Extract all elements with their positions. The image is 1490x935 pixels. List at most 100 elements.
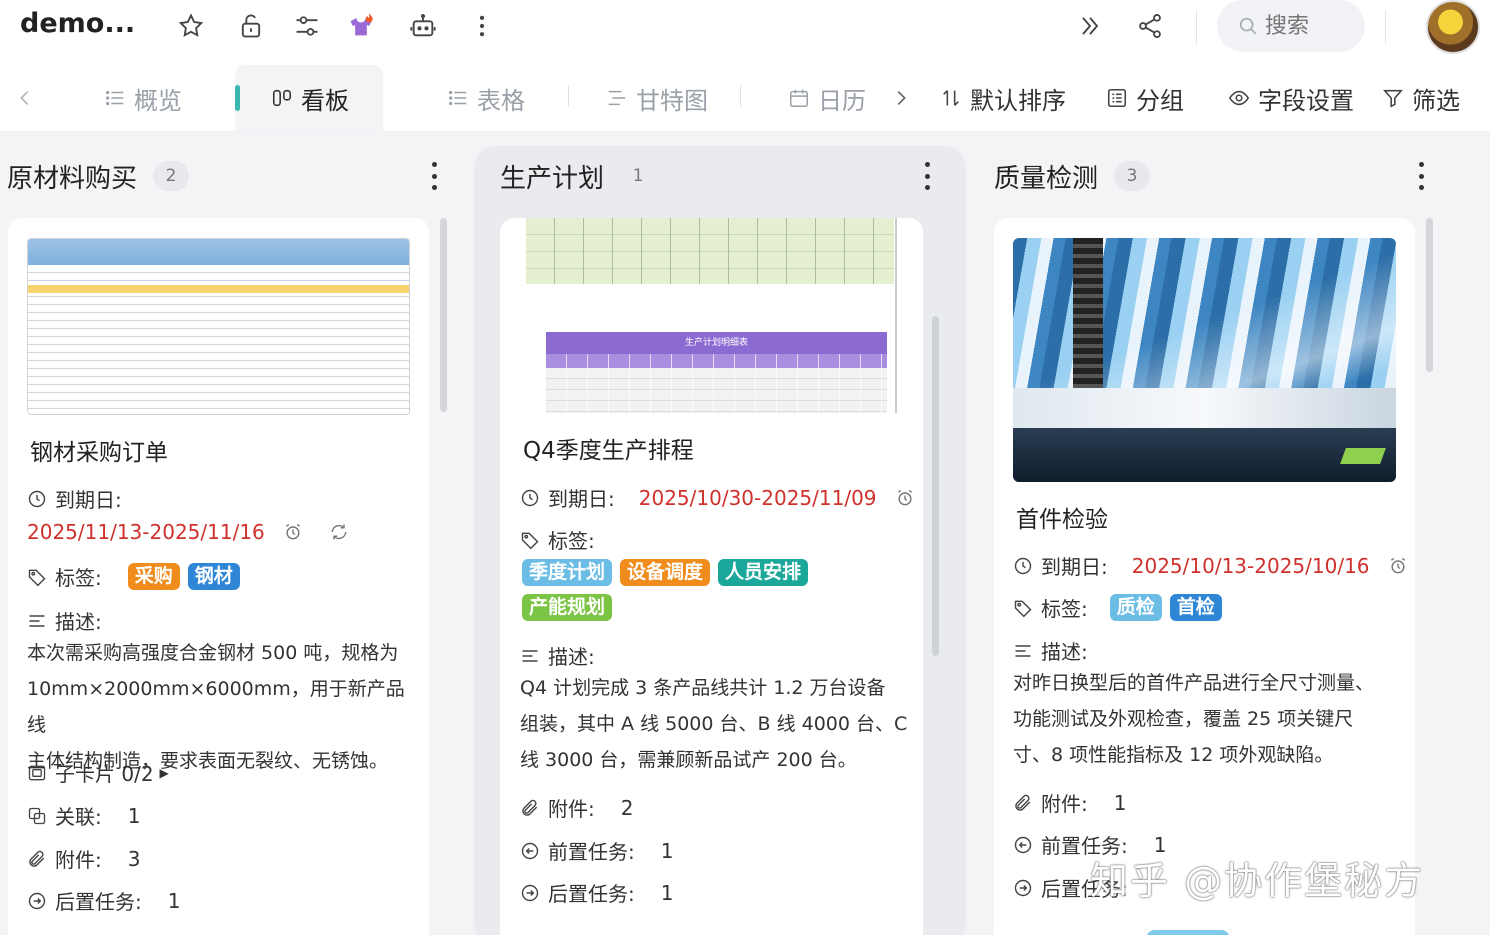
tag-chip[interactable]: 季度计划 — [522, 559, 613, 586]
card-prev-task-row: 前置任务: 1 — [520, 836, 673, 865]
tab-overview[interactable]: 概览 — [104, 65, 182, 131]
attachment-label: 附件: — [1041, 792, 1088, 816]
more-vertical-icon[interactable] — [466, 10, 498, 42]
card-title: Q4季度生产排程 — [523, 438, 694, 464]
tag-icon — [1014, 600, 1032, 617]
search-input[interactable] — [1265, 13, 1365, 39]
due-date: 2025/10/30-2025/11/09 — [638, 485, 877, 510]
share-icon[interactable] — [1134, 10, 1166, 42]
tabs-scroll-left-icon[interactable] — [14, 78, 36, 118]
sort-button[interactable]: 默认排序 — [940, 80, 1066, 116]
next-task-count: 1 — [660, 880, 674, 905]
card-attachment-row: 附件: 2 — [520, 793, 633, 822]
avatar[interactable] — [1426, 0, 1480, 54]
description-icon — [1015, 644, 1031, 657]
card-due-row: 到期日: — [27, 484, 122, 513]
filter-icon — [1383, 89, 1403, 108]
view-tab-bar: 概览 看板 表格 甘特图 日历 默认排序 分组 字段设置 筛选 — [0, 62, 1490, 132]
tag-chip[interactable]: 首检 — [1169, 594, 1222, 621]
card-next-task-row: 后置任务: 1 — [27, 886, 180, 915]
card-description: Q4 计划完成 3 条产品线共计 1.2 万台设备 组装，其中 A 线 5000… — [520, 670, 915, 778]
card-cover-image: 生产计划明细表 — [520, 218, 903, 413]
tab-gantt[interactable]: 甘特图 — [606, 65, 708, 131]
settings-sliders-icon[interactable] — [291, 10, 323, 42]
tag-icon — [521, 532, 539, 549]
tag-chip[interactable]: 钢材 — [187, 563, 240, 590]
group-icon — [1107, 88, 1127, 108]
tabs-scroll-right-icon[interactable] — [890, 78, 912, 118]
kanban-card[interactable]: 生产计划明细表 Q4季度生产排程 到期日: 2025/10/30-2025/11… — [500, 218, 923, 935]
attachment-count: 3 — [127, 846, 141, 871]
tag-chip[interactable]: 质检 — [1109, 594, 1162, 621]
desc-line: Q4 计划完成 3 条产品线共计 1.2 万台设备 — [520, 677, 886, 699]
prev-task-icon — [1014, 836, 1032, 853]
card-tags-label-row: 标签: — [520, 525, 595, 554]
column-scrollbar[interactable] — [932, 316, 939, 656]
tags-label: 标签: — [55, 566, 102, 590]
column-scrollbar[interactable] — [1426, 218, 1433, 372]
alarm-icon[interactable] — [283, 522, 303, 542]
relation-label: 关联: — [55, 805, 102, 829]
card-due-row: 到期日: 2025/10/13-2025/10/16 — [1013, 551, 1415, 580]
group-button[interactable]: 分组 — [1106, 80, 1184, 116]
clock-icon — [1014, 557, 1032, 574]
kanban-card[interactable]: 首件检验 到期日: 2025/10/13-2025/10/16 标签: 质检 首… — [994, 218, 1415, 935]
alarm-icon[interactable] — [1388, 556, 1408, 576]
tab-kanban[interactable]: 看板 — [235, 65, 383, 131]
column-scrollbar[interactable] — [440, 218, 447, 412]
kanban-column-production-plan: 生产计划 1 生产计划明细表 Q4季度生产排程 到期日: 2025/10/30-… — [474, 146, 966, 935]
column-title: 质量检测 — [994, 163, 1099, 194]
field-settings-button[interactable]: 字段设置 — [1228, 80, 1354, 116]
tag-chip[interactable]: 人员安排 — [718, 559, 809, 586]
due-label: 到期日: — [1041, 555, 1108, 579]
search-box[interactable] — [1217, 0, 1365, 52]
card-relation-row: 关联: 1 — [27, 801, 140, 830]
shirt-hot-icon[interactable] — [345, 10, 377, 42]
tab-separator — [740, 85, 741, 107]
column-more-icon[interactable] — [921, 158, 933, 194]
double-chevron-right-icon[interactable] — [1074, 10, 1106, 42]
paperclip-icon — [1015, 794, 1031, 811]
caret-right-icon[interactable]: ▶ — [160, 766, 169, 780]
field-settings-label: 字段设置 — [1258, 86, 1354, 115]
column-more-icon[interactable] — [1415, 158, 1427, 194]
attachment-count: 2 — [620, 795, 634, 820]
column-count: 1 — [620, 161, 657, 191]
sort-label: 默认排序 — [970, 86, 1066, 115]
tab-calendar[interactable]: 日历 — [788, 65, 866, 131]
tag-chip[interactable]: 设备调度 — [620, 559, 711, 586]
card-subcards-row[interactable]: 子卡片 0/2 ▶ — [27, 758, 169, 787]
kanban-card[interactable]: 钢材采购订单 到期日: 2025/11/13-2025/11/16 标签: 采购… — [8, 218, 429, 935]
desc-line: 功能测试及外观检查，覆盖 25 项关键尺 — [1013, 708, 1354, 730]
desc-line: 线 3000 台，需兼顾新品试产 200 台。 — [520, 749, 857, 771]
list-icon — [449, 90, 467, 106]
card-tags-row: 标签: 质检 首检 — [1013, 593, 1230, 622]
tags-label: 标签: — [548, 529, 595, 553]
card-desc-label-row: 描述: — [520, 641, 595, 670]
tab-label: 看板 — [301, 86, 349, 115]
attachment-label: 附件: — [55, 848, 102, 872]
filter-button[interactable]: 筛选 — [1382, 80, 1460, 116]
card-next-task-row: 后置任务: 1 — [520, 878, 673, 907]
tab-table[interactable]: 表格 — [447, 65, 525, 131]
prev-task-label: 前置任务: — [548, 840, 635, 864]
sort-icon — [943, 90, 959, 106]
relation-count: 1 — [127, 803, 141, 828]
description-icon — [522, 649, 538, 662]
column-more-icon[interactable] — [428, 158, 440, 194]
repeat-icon[interactable] — [329, 522, 349, 542]
tag-chip[interactable]: 采购 — [127, 563, 180, 590]
document-title[interactable]: demo... — [20, 8, 135, 39]
star-icon[interactable] — [175, 10, 207, 42]
unlock-icon[interactable] — [235, 10, 267, 42]
kanban-column-quality-inspection: 质量检测 3 首件检验 到期日: 2025/10/13-2025/10/16 标… — [980, 146, 1490, 935]
filter-label: 筛选 — [1412, 86, 1460, 115]
due-date: 2025/11/13-2025/11/16 — [27, 520, 265, 544]
alarm-icon[interactable] — [895, 488, 915, 508]
prev-task-icon — [521, 842, 539, 859]
robot-icon[interactable] — [407, 10, 439, 42]
tag-chip[interactable]: 产能规划 — [522, 594, 613, 621]
desc-line: 10mm×2000mm×6000mm，用于新产品线 — [27, 678, 405, 736]
column-title: 原材料购买 — [7, 163, 138, 194]
column-header: 原材料购买 2 — [7, 156, 190, 196]
